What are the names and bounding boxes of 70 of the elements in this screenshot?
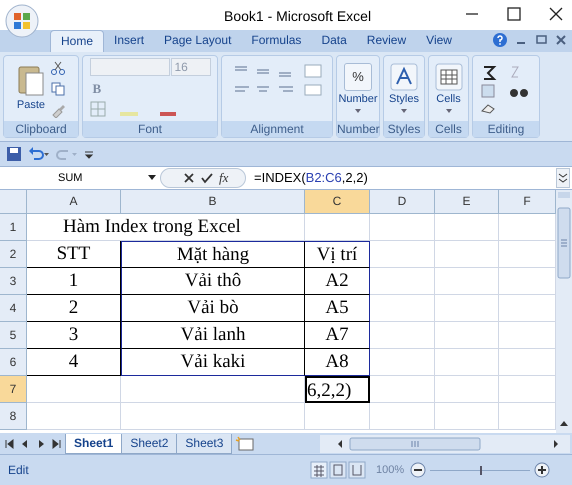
dropdown-arrow-icon[interactable] — [148, 175, 156, 181]
column-header[interactable]: A — [27, 190, 121, 214]
column-header[interactable]: C — [305, 190, 370, 214]
window-title: Book1 - Microsoft Excel — [224, 7, 372, 26]
row-header[interactable]: 8 — [0, 403, 27, 430]
table-cell: STT — [27, 241, 121, 268]
column-header[interactable]: F — [499, 190, 556, 214]
column-header[interactable]: E — [435, 190, 499, 214]
styles-button[interactable]: Styles — [389, 63, 419, 114]
column-header[interactable]: B — [121, 190, 305, 214]
save-icon[interactable] — [6, 146, 22, 162]
restore-icon[interactable] — [534, 33, 548, 47]
number-button[interactable]: % Number — [338, 63, 378, 114]
row-header[interactable]: 7 — [0, 376, 27, 403]
table-cell: 3 — [27, 322, 121, 349]
help-icon[interactable] — [492, 32, 508, 48]
row-header[interactable]: 6 — [0, 349, 27, 376]
status-mode: Edit — [7, 462, 30, 479]
group-label: Styles — [384, 121, 424, 137]
paste-button[interactable]: Paste — [16, 63, 46, 114]
select-all-button[interactable] — [0, 190, 27, 214]
ribbon-tab[interactable]: Page Layout — [154, 30, 242, 52]
group-label: Cells — [429, 121, 468, 137]
row-header[interactable]: 3 — [0, 268, 27, 295]
insert-function-button[interactable]: fx — [219, 168, 228, 188]
sheet-tab[interactable]: Sheet3 — [176, 434, 232, 454]
table-cell: Mặt hàng — [121, 241, 305, 268]
zoom-out-button[interactable] — [410, 462, 426, 478]
table-icon[interactable] — [434, 63, 462, 92]
row-header[interactable]: 4 — [0, 295, 27, 322]
undo-icon[interactable] — [28, 146, 50, 162]
cell-input[interactable]: 6,2,2) — [305, 376, 370, 403]
ribbon-tab[interactable]: Insert — [104, 30, 154, 52]
copy-icon[interactable] — [50, 80, 66, 96]
ribbon-tab[interactable]: Data — [311, 30, 357, 52]
formula-field[interactable]: =INDEX(B2:C6,2,2) — [246, 168, 556, 188]
expand-icon[interactable] — [556, 168, 570, 188]
check-icon[interactable] — [201, 172, 213, 184]
ribbon-tab[interactable]: Home — [50, 30, 104, 52]
row-header[interactable]: 1 — [0, 214, 27, 241]
group-label: Alignment — [222, 121, 332, 137]
table-cell: Vải lanh — [121, 322, 305, 349]
group-label: Clipboard — [4, 121, 78, 137]
zoom-in-button[interactable] — [534, 462, 550, 478]
sheet-title: Hàm Index trong Excel — [27, 214, 305, 241]
cancel-icon[interactable] — [183, 172, 195, 184]
row-header[interactable]: 2 — [0, 241, 27, 268]
ribbon-tab[interactable]: View — [416, 30, 462, 52]
name-box[interactable]: SUM — [0, 167, 160, 189]
group-label: Editing — [473, 121, 539, 137]
scissors-icon[interactable] — [50, 60, 66, 76]
group-label: Font — [83, 121, 217, 137]
table-cell: Vải thô — [121, 268, 305, 295]
group-label: Number — [337, 121, 379, 137]
horizontal-scrollbar[interactable] — [320, 434, 570, 452]
ribbon-tab[interactable]: Formulas — [241, 30, 312, 52]
sheet-tab[interactable]: Sheet1 — [65, 434, 122, 454]
sheet-tab[interactable]: Sheet2 — [121, 434, 178, 454]
row-header[interactable]: 5 — [0, 322, 27, 349]
vertical-scrollbar[interactable] — [556, 190, 572, 433]
ribbon-tab[interactable]: Review — [356, 30, 416, 52]
styles-icon[interactable] — [390, 63, 418, 92]
percent-button[interactable]: % — [344, 63, 372, 92]
cells-button[interactable]: Cells — [434, 63, 462, 114]
column-header[interactable]: D — [370, 190, 435, 214]
table-cell: 2 — [27, 295, 121, 322]
zoom-level: 100% — [376, 462, 404, 478]
table-cell: 1 — [27, 268, 121, 295]
view-buttons-drawing[interactable] — [310, 461, 366, 479]
table-cell: Vải bò — [121, 295, 305, 322]
